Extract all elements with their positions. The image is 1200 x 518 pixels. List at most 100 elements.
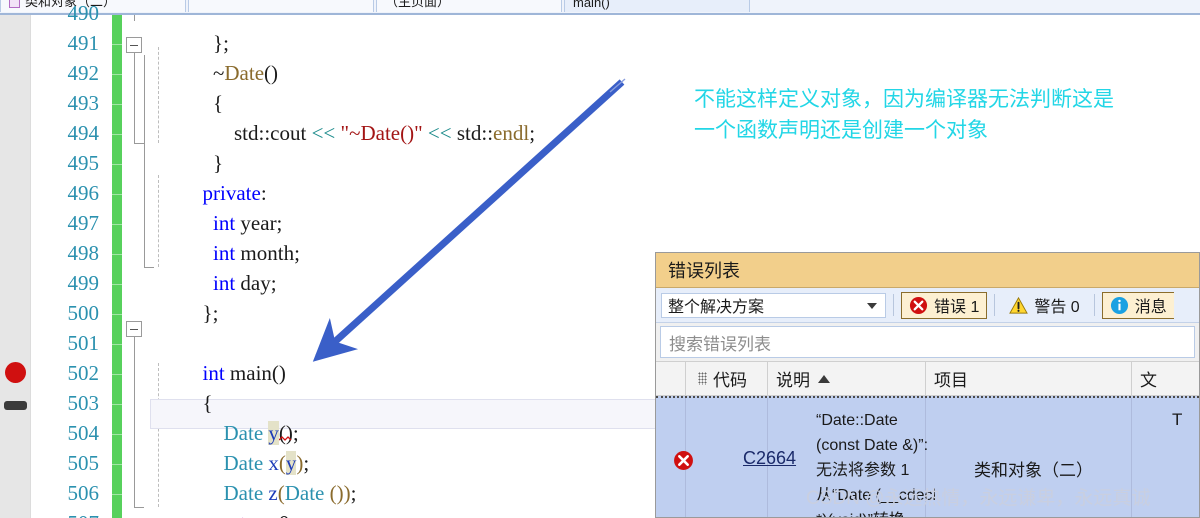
line-number: 501	[67, 331, 100, 355]
code-line-501[interactable]: int main()	[150, 328, 286, 385]
error-code-link[interactable]: C2664	[743, 448, 796, 469]
line-number: 506	[67, 481, 100, 505]
error-icon	[909, 296, 928, 314]
error-description-line: (const Date &)”:	[816, 437, 929, 454]
messages-filter-button[interactable]: 消息	[1101, 291, 1174, 319]
annotation-line-2: 一个函数声明还是创建一个对象	[694, 118, 988, 142]
code-line-497[interactable]: int month;	[150, 208, 300, 265]
annotation-text: 不能这样定义对象，因为编译器无法判断这是 一个函数声明还是创建一个对象	[694, 84, 1194, 146]
outline-guide	[134, 53, 135, 143]
line-number: 499	[67, 271, 100, 295]
search-error-list-input[interactable]: 搜索错误列表	[660, 326, 1195, 358]
error-list-title: 错误列表	[656, 253, 1199, 288]
outline-connector	[134, 507, 144, 508]
column-header-file-label: 文	[1140, 371, 1157, 390]
line-number: 491	[67, 31, 100, 55]
error-list-column-headers: 代码 说明 项目 文	[656, 361, 1199, 396]
code-line-504[interactable]: Date x(y);	[150, 418, 309, 475]
toolbar-separator	[1093, 294, 1095, 316]
current-statement-icon	[4, 401, 27, 410]
errors-filter-label: 错误 1	[934, 299, 980, 316]
error-list-panel[interactable]: 错误列表 整个解决方案 错误 1 警告 0 消息 搜索错误列表 代码 说明 项目…	[655, 252, 1200, 518]
row-watermark: CSDN @永远热情，永远谦卑，永远真诚	[806, 488, 1151, 509]
line-number: 503	[67, 391, 100, 415]
document-tab-2[interactable]: （主页面）	[376, 0, 562, 12]
line-number: 496	[67, 181, 100, 205]
scope-filter-value: 整个解决方案	[668, 299, 765, 316]
document-tab-2-label: （主页面）	[385, 0, 451, 9]
column-header-select[interactable]	[656, 362, 686, 395]
error-project: 类和对象（二）	[974, 461, 1093, 480]
fold-toggle-destructor[interactable]	[126, 37, 142, 53]
column-header-project[interactable]: 项目	[926, 362, 1132, 395]
outline-connector	[134, 143, 144, 144]
messages-filter-label: 消息	[1134, 299, 1167, 316]
code-line-506[interactable]: return 0;	[150, 478, 296, 518]
error-description-line: “Date::Date	[816, 412, 898, 429]
toolbar-separator	[893, 294, 894, 316]
line-number: 500	[67, 301, 100, 325]
change-tracking-bar	[112, 15, 122, 518]
line-number: 502	[67, 361, 100, 385]
code-line-498[interactable]: int day;	[150, 238, 277, 295]
code-line-493[interactable]: std::cout << "~Date()" << std::endl;	[150, 88, 535, 145]
annotation-line-1: 不能这样定义对象，因为编译器无法判断这是	[694, 87, 1114, 111]
document-tab-3[interactable]: main()	[564, 0, 750, 12]
search-placeholder: 搜索错误列表	[669, 334, 771, 354]
error-list-toolbar[interactable]: 整个解决方案 错误 1 警告 0 消息	[656, 288, 1199, 323]
warnings-filter-label: 警告 0	[1034, 299, 1080, 316]
column-header-code-label: 代码	[713, 371, 747, 390]
line-number-gutter: 490 491 492 493 494 495 496 497 498 499 …	[31, 1, 105, 518]
line-number: 495	[67, 151, 100, 175]
line-number: 505	[67, 451, 100, 475]
outline-guide	[144, 55, 145, 267]
code-line-492[interactable]: {	[150, 58, 223, 115]
code-line-494[interactable]: }	[150, 118, 223, 175]
line-number: 504	[67, 421, 100, 445]
scope-filter-dropdown[interactable]: 整个解决方案	[661, 292, 886, 318]
line-number: 492	[67, 61, 100, 85]
line-number: 493	[67, 91, 100, 115]
column-header-file[interactable]: 文	[1132, 362, 1199, 395]
grip-icon	[698, 372, 707, 385]
error-icon	[674, 451, 693, 470]
line-number: 507	[31, 508, 100, 518]
code-line-505[interactable]: Date z(Date ());	[150, 448, 357, 505]
sort-ascending-icon	[818, 374, 830, 383]
file-icon	[9, 0, 20, 8]
document-tab-strip: 类和对象（二） （主页面） main()	[0, 0, 1200, 15]
breakpoint-icon[interactable]	[5, 362, 26, 383]
line-number: 494	[67, 121, 100, 145]
line-number: 497	[67, 211, 100, 235]
vs-editor-window: 类和对象（二） （主页面） main() 490 491 492 493 494…	[0, 0, 1200, 518]
outline-guide	[134, 337, 135, 507]
column-header-project-label: 项目	[934, 371, 968, 390]
line-number: 490	[67, 1, 100, 25]
chevron-down-icon	[867, 302, 877, 309]
code-line-507[interactable]: }	[150, 508, 213, 518]
column-header-description-label: 说明	[776, 371, 810, 390]
errors-filter-button[interactable]: 错误 1	[901, 291, 988, 319]
line-number: 498	[67, 241, 100, 265]
code-line-502[interactable]: {	[150, 358, 213, 415]
warnings-filter-button[interactable]: 警告 0	[1002, 292, 1086, 319]
document-tab-1[interactable]	[188, 0, 374, 12]
warning-icon	[1009, 296, 1029, 314]
code-line-499[interactable]: };	[150, 268, 219, 325]
info-icon	[1110, 296, 1128, 314]
breakpoint-gutter[interactable]	[0, 15, 31, 518]
table-row[interactable]: C2664 “Date::Date (const Date &)”: 无法将参数…	[656, 396, 1199, 517]
fold-toggle-main[interactable]	[126, 321, 142, 337]
code-line-503[interactable]: Date y();	[150, 388, 299, 445]
column-header-description[interactable]: 说明	[768, 362, 926, 395]
document-tab-3-label: main()	[573, 0, 610, 10]
code-line-495[interactable]: private:	[150, 148, 267, 205]
error-squiggle	[279, 436, 293, 441]
outline-connector	[134, 15, 135, 21]
code-line-491[interactable]: ~Date()	[150, 28, 278, 85]
toolbar-separator	[994, 294, 996, 316]
code-line-496[interactable]: int year;	[150, 178, 282, 235]
error-description-line: 无法将参数 1	[816, 462, 910, 479]
column-header-code[interactable]: 代码	[686, 362, 768, 395]
code-line-490[interactable]: };	[150, 15, 229, 55]
